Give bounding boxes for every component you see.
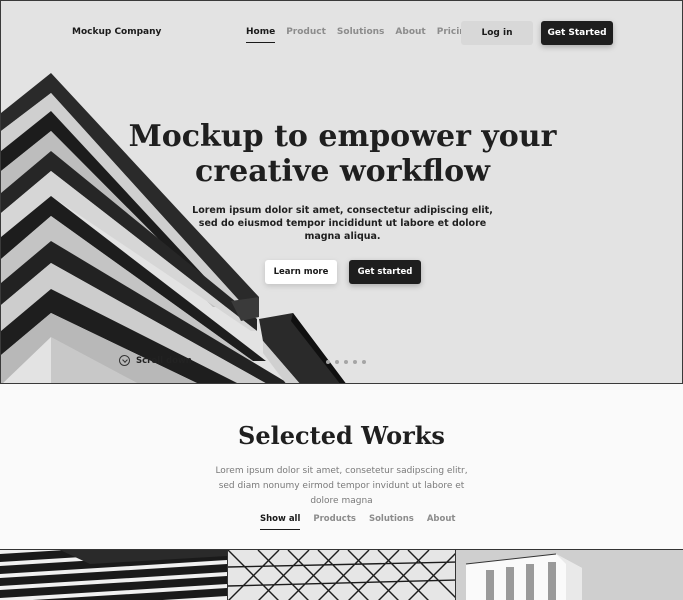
slider-dot-4[interactable] — [344, 360, 348, 364]
slider-dot-6[interactable] — [362, 360, 366, 364]
scroll-down-label: Scroll down — [136, 355, 192, 366]
filter-solutions[interactable]: Solutions — [369, 514, 414, 530]
lattice-dome-image — [228, 550, 455, 600]
hero-title-line2: creative workflow — [195, 154, 490, 189]
gallery-item-1[interactable] — [0, 550, 228, 600]
hero-section: Mockup Company Home Product Solutions Ab… — [0, 0, 683, 384]
slider-dot-2[interactable] — [326, 360, 330, 364]
hero-subtitle: Lorem ipsum dolor sit amet, consectetur … — [192, 205, 493, 242]
brand-logo[interactable]: Mockup Company — [72, 27, 161, 37]
slider-dot-3[interactable] — [335, 360, 339, 364]
learn-more-button[interactable]: Learn more — [265, 260, 337, 284]
main-nav: Home Product Solutions About Pricing — [246, 27, 472, 43]
filter-show-all[interactable]: Show all — [260, 514, 301, 530]
arrow-down-circle-icon — [119, 355, 130, 366]
nav-product[interactable]: Product — [286, 27, 326, 43]
slider-dots — [317, 360, 366, 364]
works-title: Selected Works — [238, 421, 445, 450]
white-building-image — [456, 550, 683, 600]
gallery-item-3[interactable] — [456, 550, 683, 600]
works-subtitle: Lorem ipsum dolor sit amet, consetetur s… — [215, 466, 468, 506]
header-get-started-button[interactable]: Get Started — [541, 21, 613, 45]
slider-dot-1[interactable] — [317, 360, 321, 364]
nav-home[interactable]: Home — [246, 27, 276, 43]
works-filter-tabs: Show all Products Solutions About — [260, 514, 455, 530]
gallery-item-2[interactable] — [228, 550, 456, 600]
scroll-down-link[interactable]: Scroll down — [119, 355, 192, 366]
nav-solutions[interactable]: Solutions — [337, 27, 385, 43]
striped-facade-image — [0, 550, 227, 600]
works-gallery — [0, 549, 683, 600]
hero-title-line1: Mockup to empower your — [128, 119, 557, 154]
hero-title: Mockup to empower your creative workflow — [1, 119, 682, 189]
nav-about[interactable]: About — [395, 27, 425, 43]
hero-get-started-button[interactable]: Get started — [349, 260, 421, 284]
filter-about[interactable]: About — [427, 514, 456, 530]
slider-dot-5[interactable] — [353, 360, 357, 364]
login-button[interactable]: Log in — [461, 21, 533, 45]
top-navbar: Mockup Company Home Product Solutions Ab… — [1, 1, 682, 65]
filter-products[interactable]: Products — [313, 514, 356, 530]
